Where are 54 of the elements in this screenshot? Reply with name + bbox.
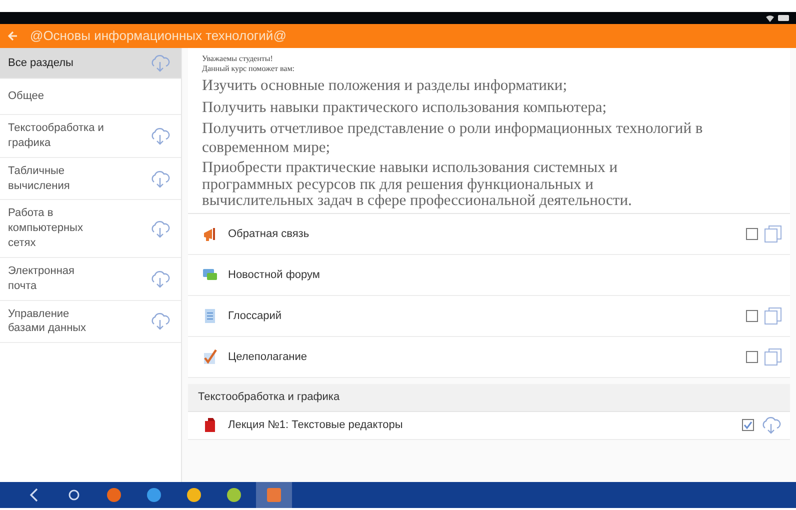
battery-icon [778,15,790,21]
activity-row[interactable]: Целеполагание [188,337,790,378]
home-icon[interactable] [68,489,80,501]
checkbox[interactable] [746,351,758,364]
goal-text: Приобрести практические навыки использования системных и программных ресурсов пк для решения функциональных и вычислительных задач в сфере профессиональной деятельности. [202,160,633,210]
cloud-download-icon[interactable] [149,220,171,238]
back-icon[interactable] [29,488,39,502]
cloud-download-icon[interactable] [149,54,171,72]
cloud-download-icon[interactable] [760,416,782,434]
checked-checkbox[interactable] [742,419,754,432]
section-label: Все разделы [8,56,74,70]
copy-icon[interactable] [764,307,782,326]
course-title: @Основы информационных технологий@ [30,27,286,46]
document-icon [202,308,218,324]
activity-label: Лекция №1: Текстовые редакторы [228,418,404,433]
section-label: Электронная почта [8,264,76,294]
file-icon [202,417,218,434]
section-item[interactable]: Управление базами данных [0,300,181,344]
greeting-text: Данный курс поможет вам: [202,64,296,74]
activity-row[interactable]: Лекция №1: Текстовые редакторы [188,412,790,440]
copy-icon[interactable] [764,348,782,366]
section-item[interactable]: Общее [0,79,181,115]
section-label: Табличные вычисления [8,164,71,194]
activity-label: Целеполагание [228,350,308,365]
section-item[interactable]: Табличные вычисления [0,158,181,200]
activity-row[interactable]: Обратная связь [188,214,790,256]
activity-label: Новостной форум [228,268,321,283]
activity-row[interactable]: Новостной форум [188,255,790,296]
wifi-icon [766,14,774,22]
cloud-download-icon[interactable] [149,170,171,188]
section-header: Текстообработка и графика [188,384,790,412]
goal-text: Изучить основные положения и разделы информатики; [202,77,568,96]
activity-row[interactable]: Глоссарий [188,296,790,338]
greeting-text: Уважаемы студенты! [202,54,274,64]
section-label: Текстообработка и графика [8,121,104,151]
section-label: Работа в компьютерных сетях [8,206,84,251]
checkbox[interactable] [746,228,758,240]
megaphone-icon [202,226,218,242]
section-item[interactable]: Все разделы [0,48,181,79]
section-item[interactable]: Электронная почта [0,258,181,301]
cloud-download-icon[interactable] [149,270,171,288]
cloud-download-icon[interactable] [149,312,171,330]
goal-text: Получить отчетливое представление о роли информационных технологий в современном мире; [202,120,704,158]
section-label: Управление базами данных [8,306,88,336]
section-item[interactable]: Работа в компьютерных сетях [0,200,181,258]
activity-label: Глоссарий [228,308,283,324]
goal-text: Получить навыки практического использования компьютера; [202,98,608,118]
activity-label: Обратная связь [228,226,310,242]
section-item[interactable]: Текстообработка и графика [0,115,181,158]
checkbox[interactable] [746,310,758,322]
copy-icon[interactable] [764,225,782,244]
checkmark-icon [202,349,218,366]
cloud-download-icon[interactable] [149,126,171,145]
section-label: Общее [8,89,46,104]
